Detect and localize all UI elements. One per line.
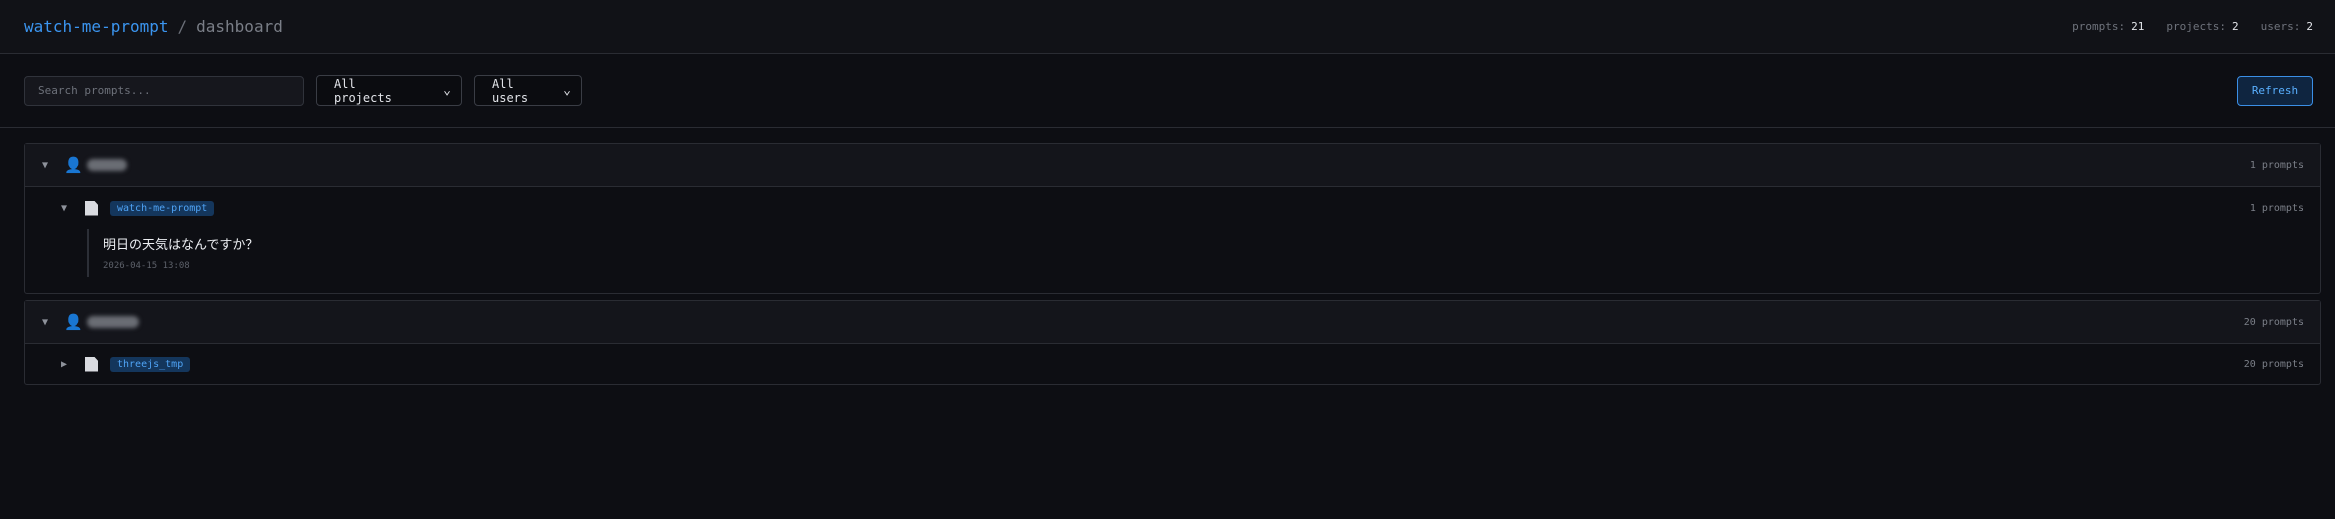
project-row[interactable]: ▼ watch-me-prompt 1 prompts: [25, 187, 2320, 229]
triangle-down-icon[interactable]: ▼: [42, 317, 54, 328]
chevron-down-icon: ⌄: [443, 83, 451, 98]
user-group-header[interactable]: ▼ 👤 20 prompts: [25, 301, 2320, 344]
stat-projects: projects: 2: [2166, 20, 2239, 33]
prompt-count: 20 prompts: [2243, 358, 2304, 370]
prompt-timestamp: 2026-04-15 13:08: [103, 261, 190, 271]
prompt-text: 明日の天気はなんですか？: [103, 238, 259, 253]
prompt-count: 1 prompts: [2249, 202, 2304, 214]
chevron-down-icon: ⌄: [563, 83, 571, 98]
redacted-username: [86, 159, 127, 171]
project-tag: threejs_tmp: [110, 356, 191, 372]
triangle-down-icon[interactable]: ▼: [42, 160, 54, 171]
project-filter-value: All projects: [334, 76, 392, 105]
app-header: watch-me-prompt / dashboard prompts: 21 p…: [0, 0, 2335, 54]
user-icon: 👤: [64, 156, 83, 174]
search-input[interactable]: [24, 75, 304, 106]
stat-users: users: 2: [2260, 20, 2313, 33]
user-group: ▼ 👤 20 prompts ▶ threejs_tmp 20 prompts: [24, 300, 2321, 385]
filter-toolbar: All projects ⌄ All users ⌄ Refresh: [0, 54, 2335, 128]
app-title-link[interactable]: watch-me-prompt: [24, 17, 169, 36]
breadcrumb: watch-me-prompt / dashboard: [24, 17, 283, 36]
project-row[interactable]: ▶ threejs_tmp 20 prompts: [25, 344, 2320, 384]
breadcrumb-separator: /: [177, 17, 188, 36]
file-icon: [85, 356, 98, 372]
triangle-down-icon[interactable]: ▼: [61, 203, 73, 214]
project-filter-select[interactable]: All projects ⌄: [316, 75, 462, 106]
user-group-header[interactable]: ▼ 👤 1 prompts: [25, 144, 2320, 187]
project-tag: watch-me-prompt: [110, 200, 215, 216]
stat-prompts: prompts: 21: [2072, 20, 2145, 33]
refresh-button[interactable]: Refresh: [2237, 75, 2313, 106]
user-groups: ▼ 👤 1 prompts ▼ watch-me-prompt 1 prompt…: [0, 128, 2335, 385]
user-filter-value: All users: [492, 76, 529, 105]
file-icon: [85, 200, 98, 216]
triangle-right-icon[interactable]: ▶: [61, 359, 73, 370]
user-filter-select[interactable]: All users ⌄: [474, 75, 582, 106]
page-title: dashboard: [196, 17, 283, 36]
user-icon: 👤: [64, 313, 83, 331]
prompt-item[interactable]: 明日の天気はなんですか？ 2026-04-15 13:08: [87, 229, 2320, 277]
stats-bar: prompts: 21 projects: 2 users: 2: [2072, 20, 2313, 33]
redacted-username: [86, 316, 139, 328]
prompt-count: 20 prompts: [2243, 316, 2304, 328]
user-group: ▼ 👤 1 prompts ▼ watch-me-prompt 1 prompt…: [24, 143, 2321, 294]
prompt-count: 1 prompts: [2249, 159, 2304, 171]
